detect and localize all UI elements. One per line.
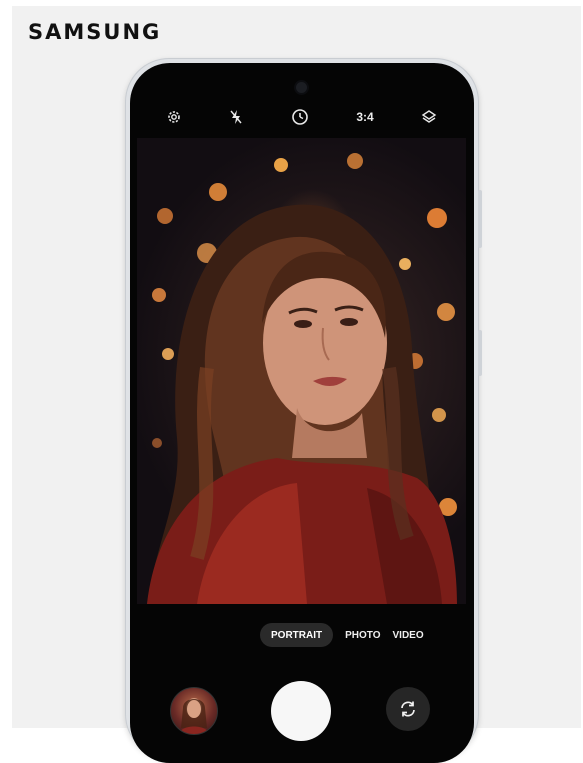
mode-video[interactable]: VIDEO <box>393 630 424 641</box>
phone-screen: 3:4 PORTRAIT PHOTO VIDEO <box>130 63 474 763</box>
brand-logo: SAMSUNG <box>28 20 162 44</box>
thumbnail-image <box>179 698 209 734</box>
gear-icon[interactable] <box>159 105 189 129</box>
aspect-ratio-button[interactable]: 3:4 <box>350 105 380 129</box>
camera-top-bar: 3:4 <box>130 105 474 129</box>
aspect-ratio-label: 3:4 <box>356 110 374 124</box>
front-camera <box>296 82 307 93</box>
mode-photo[interactable]: PHOTO <box>345 630 380 641</box>
portrait-subject <box>147 204 457 604</box>
camera-mode-selector: PORTRAIT PHOTO VIDEO <box>260 622 424 648</box>
switch-camera-button[interactable] <box>386 687 430 731</box>
volume-button <box>478 190 482 248</box>
power-button <box>478 330 482 376</box>
layers-icon[interactable] <box>414 105 444 129</box>
shutter-button[interactable] <box>271 681 331 741</box>
rotate-camera-icon <box>401 701 415 717</box>
camera-viewfinder[interactable]: 1 2× 3 <box>137 138 466 604</box>
timer-icon[interactable] <box>285 105 315 129</box>
flash-off-icon[interactable] <box>221 105 251 129</box>
mode-portrait[interactable]: PORTRAIT <box>260 623 334 647</box>
